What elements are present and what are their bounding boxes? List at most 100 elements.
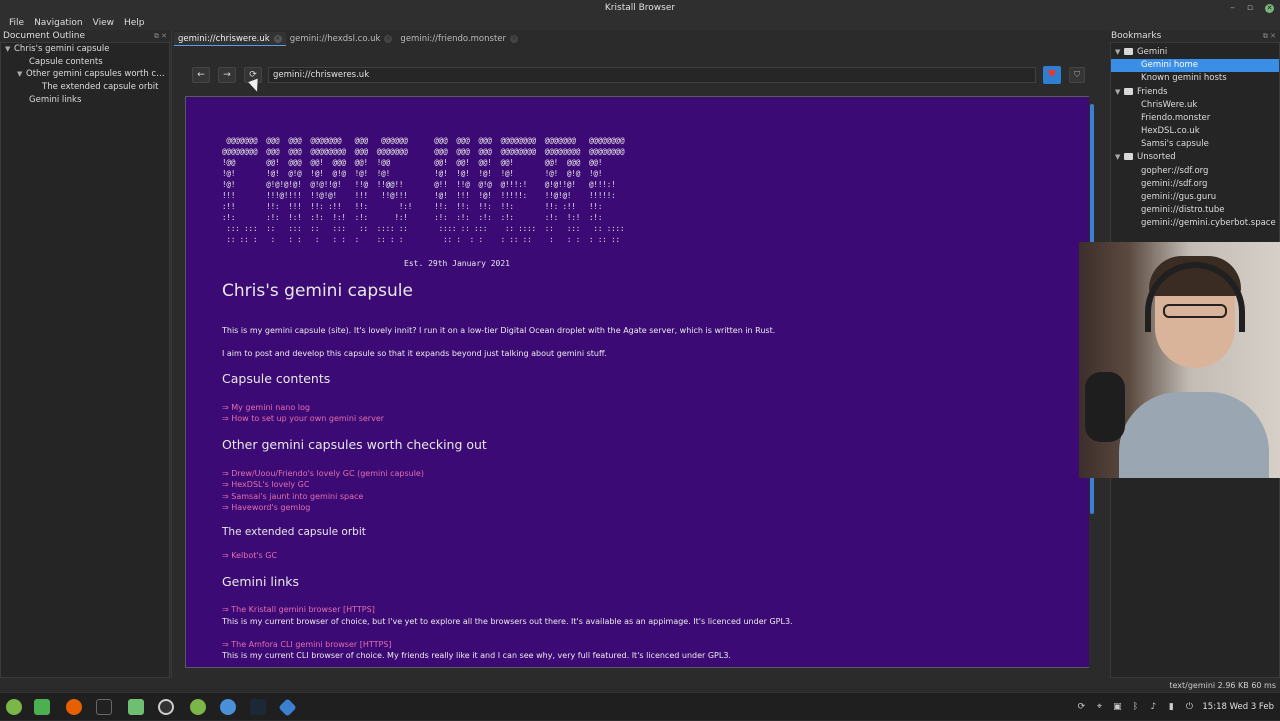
link-kelbot[interactable]: ⇒ Kelbot's GC	[222, 551, 277, 560]
tab-chriswere[interactable]: gemini://chriswere.uk ✕	[174, 32, 286, 46]
panel-controls-icon[interactable]: ⧉ ✕	[1263, 30, 1276, 42]
minimize-icon[interactable]: –	[1230, 0, 1235, 17]
link-amfora[interactable]: ⇒ The Amfora CLI gemini browser [HTTPS]	[222, 640, 392, 649]
bookmark-item[interactable]: Known gemini hosts	[1111, 72, 1279, 85]
tab-bar: gemini://chriswere.uk ✕ gemini://hexdsl.c…	[174, 32, 522, 46]
close-icon[interactable]: ✕	[1265, 3, 1274, 13]
firefox-icon[interactable]	[66, 699, 82, 715]
taskbar: ⟳ ⌖ ▣ ᛒ ♪ ▮ ⏻ 15:18 Wed 3 Feb	[0, 692, 1280, 720]
bookmark-item[interactable]: gemini://distro.tube	[1111, 204, 1279, 217]
bookmark-item[interactable]: ChrisWere.uk	[1111, 99, 1279, 112]
kristall-description: This is my current browser of choice, bu…	[222, 617, 793, 626]
heading-extended-orbit: The extended capsule orbit	[222, 526, 366, 538]
tab-friendo[interactable]: gemini://friendo.monster ✕	[396, 32, 522, 46]
outline-tree: ▼ Chris's gemini capsule Capsule contents…	[0, 42, 170, 678]
bookmark-item[interactable]: Friendo.monster	[1111, 112, 1279, 125]
battery-icon[interactable]: ▮	[1166, 702, 1176, 712]
shield-icon: ⛉	[1074, 70, 1080, 79]
update-icon[interactable]: ⟳	[1076, 702, 1086, 712]
window-titlebar: Kristall Browser – ▫ ✕	[0, 0, 1280, 16]
webcam-overlay	[1079, 242, 1280, 478]
status-bar: text/gemini 2.96 KB 60 ms	[0, 680, 1280, 692]
panel-controls-icon[interactable]: ⧉ ✕	[154, 30, 167, 42]
intro-paragraph: I aim to post and develop this capsule s…	[222, 349, 608, 358]
folder-icon	[1124, 48, 1133, 55]
folder-icon	[1124, 153, 1133, 160]
chromium-icon[interactable]	[220, 699, 236, 715]
established-date: Est. 29th January 2021	[404, 259, 510, 268]
page-title: Chris's gemini capsule	[222, 281, 413, 301]
menu-navigation[interactable]: Navigation	[29, 16, 88, 30]
volume-icon[interactable]: ♪	[1148, 702, 1158, 712]
page-viewport: @@@@@@@ @@@ @@@ @@@@@@@ @@@ @@@@@@ @@@ @…	[185, 96, 1090, 668]
url-input[interactable]: gemini://chrisweres.uk	[268, 67, 1036, 83]
back-arrow-icon: ←	[197, 70, 205, 80]
link-haveword[interactable]: ⇒ Haveword's gemlog	[222, 503, 310, 512]
expand-arrow-icon[interactable]: ▼	[5, 43, 14, 56]
intro-paragraph: This is my gemini capsule (site). It's l…	[222, 326, 776, 335]
heading-gemini-links: Gemini links	[222, 574, 300, 589]
menu-help[interactable]: Help	[119, 16, 150, 30]
expand-arrow-icon[interactable]: ▼	[17, 68, 26, 81]
link-nano-log[interactable]: ⇒ My gemini nano log	[222, 403, 310, 412]
bookmark-item[interactable]: gopher://sdf.org	[1111, 165, 1279, 178]
menu-file[interactable]: File	[4, 16, 29, 30]
tab-close-icon[interactable]: ✕	[384, 35, 393, 43]
network-icon[interactable]: ▣	[1112, 702, 1122, 712]
certificate-button[interactable]: ⛉	[1069, 67, 1085, 83]
favorite-button[interactable]: ♥	[1043, 66, 1061, 84]
tab-hexdsl[interactable]: gemini://hexdsl.co.uk ✕	[286, 32, 397, 46]
expand-arrow-icon[interactable]: ▼	[1115, 151, 1124, 164]
tab-close-icon[interactable]: ✕	[510, 35, 518, 43]
amfora-description: This is my current CLI browser of choice…	[222, 651, 731, 660]
bookmark-item[interactable]: Gemini home	[1111, 59, 1279, 72]
outline-item[interactable]: ▼ Chris's gemini capsule	[1, 43, 169, 56]
gimp-icon[interactable]	[190, 699, 206, 715]
clock[interactable]: 15:18 Wed 3 Feb	[1202, 702, 1274, 712]
outline-item[interactable]: ▼Other gemini capsules worth checking ou…	[1, 68, 169, 81]
link-friendo[interactable]: ⇒ Drew/Uoou/Friendo's lovely GC (gemini …	[222, 469, 424, 478]
outline-item[interactable]: Gemini links	[1, 94, 169, 107]
bluetooth-icon[interactable]: ᛒ	[1130, 702, 1140, 712]
outline-panel: Document Outline ⧉ ✕ ▼ Chris's gemini cap…	[0, 30, 172, 678]
link-hexdsl[interactable]: ⇒ HexDSL's lovely GC	[222, 480, 309, 489]
bookmark-item[interactable]: gemini://gus.guru	[1111, 191, 1279, 204]
bookmark-item[interactable]: gemini://sdf.org	[1111, 178, 1279, 191]
bookmark-item[interactable]: gemini://gemini.cyberbot.space	[1111, 217, 1279, 230]
status-text: text/gemini 2.96 KB 60 ms	[1169, 681, 1276, 690]
bookmarks-header: Bookmarks ⧉ ✕	[1108, 30, 1280, 42]
outline-item[interactable]: Capsule contents	[1, 56, 169, 69]
maximize-icon[interactable]: ▫	[1247, 0, 1253, 17]
bookmarks-title: Bookmarks	[1111, 31, 1162, 41]
folder-icon[interactable]	[128, 699, 144, 715]
files-icon[interactable]	[34, 699, 50, 715]
heart-icon: ♥	[1047, 69, 1057, 80]
bookmark-folder-gemini[interactable]: ▼ Gemini	[1111, 46, 1279, 59]
window-title: Kristall Browser	[604, 3, 676, 13]
back-button[interactable]: ←	[192, 67, 210, 83]
bookmark-folder-friends[interactable]: ▼ Friends	[1111, 86, 1279, 99]
steam-icon[interactable]	[250, 699, 266, 715]
expand-arrow-icon[interactable]: ▼	[1115, 86, 1124, 99]
bookmark-folder-unsorted[interactable]: ▼ Unsorted	[1111, 151, 1279, 164]
forward-button[interactable]: →	[218, 67, 236, 83]
kristall-icon[interactable]	[278, 698, 297, 717]
tab-close-icon[interactable]: ✕	[273, 34, 282, 43]
mint-menu-icon[interactable]	[6, 699, 22, 715]
bookmark-item[interactable]: Samsi's capsule	[1111, 138, 1279, 151]
system-tray: ⟳ ⌖ ▣ ᛒ ♪ ▮ ⏻ 15:18 Wed 3 Feb	[1076, 693, 1280, 721]
terminal-icon[interactable]	[96, 699, 112, 715]
link-setup-server[interactable]: ⇒ How to set up your own gemini server	[222, 414, 384, 423]
menu-view[interactable]: View	[88, 16, 119, 30]
heading-capsule-contents: Capsule contents	[222, 371, 331, 386]
outline-item[interactable]: The extended capsule orbit	[1, 81, 169, 94]
obs-icon[interactable]	[158, 699, 174, 715]
link-kristall[interactable]: ⇒ The Kristall gemini browser [HTTPS]	[222, 605, 375, 614]
location-icon[interactable]: ⌖	[1094, 702, 1104, 712]
navigation-bar: ← → ⟳ gemini://chrisweres.uk ♥ ⛉	[190, 66, 1090, 84]
outline-header: Document Outline ⧉ ✕	[0, 30, 171, 42]
link-samsai[interactable]: ⇒ Samsai's jaunt into gemini space	[222, 492, 363, 501]
bookmark-item[interactable]: HexDSL.co.uk	[1111, 125, 1279, 138]
expand-arrow-icon[interactable]: ▼	[1115, 46, 1124, 59]
power-icon[interactable]: ⏻	[1184, 702, 1194, 712]
